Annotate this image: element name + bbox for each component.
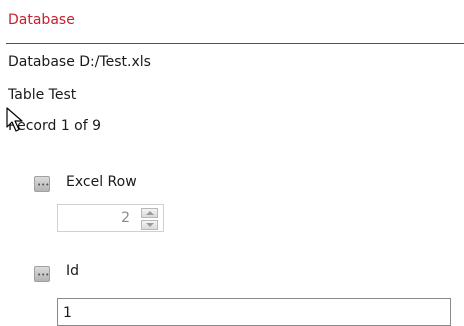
spinbox-arrows (141, 208, 158, 230)
excel-row-spinbox[interactable]: 2 (57, 204, 164, 232)
id-label: Id (66, 263, 80, 279)
section-title: Database (8, 12, 75, 28)
spin-down-arrow-icon[interactable] (141, 220, 158, 230)
excel-row-value: 2 (121, 210, 130, 226)
excel-row-ellipsis-button[interactable]: ••• (34, 176, 50, 192)
section-divider (6, 43, 464, 44)
ellipsis-icon: ••• (37, 181, 50, 189)
ellipsis-icon: ••• (37, 271, 50, 279)
id-input[interactable]: 1 (57, 298, 451, 326)
id-ellipsis-button[interactable]: ••• (34, 266, 50, 282)
mouse-cursor-icon (6, 107, 23, 132)
excel-row-label: Excel Row (66, 174, 137, 190)
spin-up-arrow-icon[interactable] (141, 208, 158, 218)
database-info: Database D:/Test.xls (8, 54, 151, 70)
table-info: Table Test (8, 87, 77, 103)
